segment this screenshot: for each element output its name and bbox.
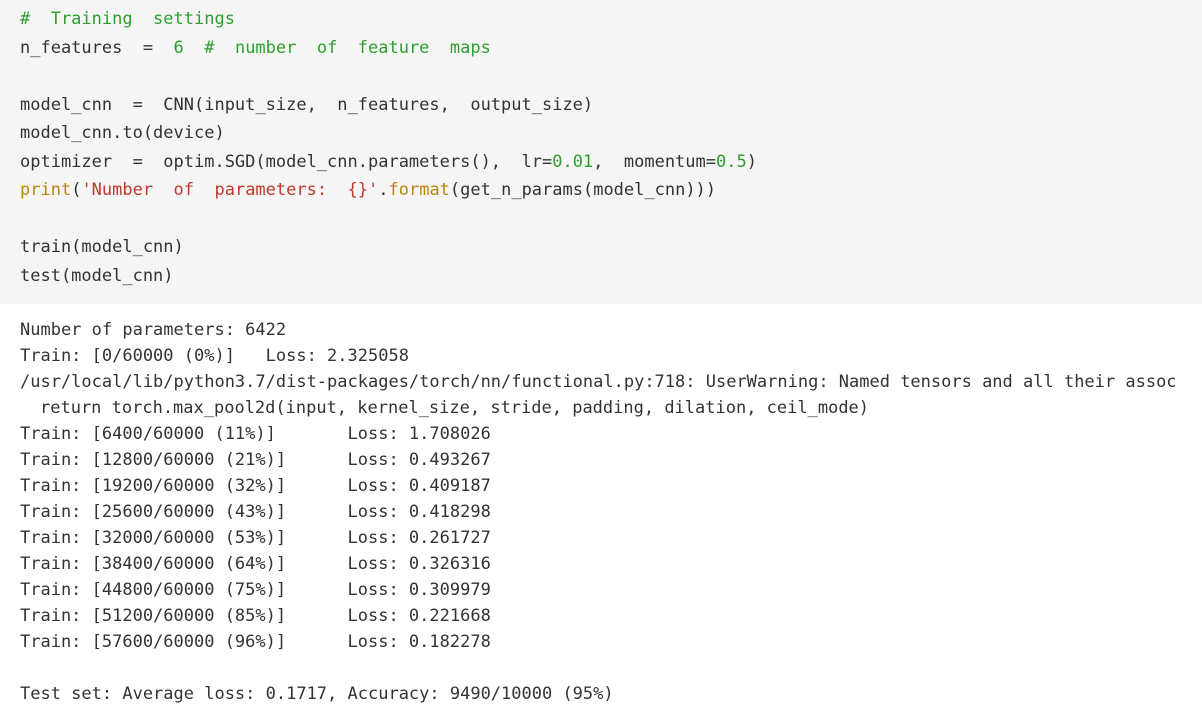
number-token: 0.01 [552, 152, 594, 172]
code-token: (get_n_params(model_cnn))) [449, 180, 717, 200]
output-line: Train: [12800/60000 (21%)] Loss: 0.49326… [20, 450, 491, 470]
output-line: Train: [32000/60000 (53%)] Loss: 0.26172… [20, 528, 491, 548]
output-line: Train: [44800/60000 (75%)] Loss: 0.30997… [20, 580, 491, 600]
code-line-6: optimizer = optim.SGD(model_cnn.paramete… [20, 150, 757, 174]
code-line-1: # Training settings [20, 7, 235, 31]
output-line: Number of parameters: 6422 [20, 320, 287, 340]
output-line: Train: [6400/60000 (11%)] Loss: 1.708026 [20, 424, 491, 444]
code-token: train(model_cnn) [20, 237, 184, 257]
output-line: Train: [57600/60000 (96%)] Loss: 0.18227… [20, 632, 491, 652]
code-line-4: model_cnn = CNN(input_size, n_features, … [20, 93, 593, 117]
code-token: model_cnn.to(device) [20, 123, 225, 143]
code-token: optimizer = optim.SGD(model_cnn.paramete… [20, 152, 553, 172]
output-line: /usr/local/lib/python3.7/dist-packages/t… [20, 372, 1177, 392]
code-cell[interactable]: # Training settings n_features = 6 # num… [0, 0, 1202, 304]
output-line: Train: [25600/60000 (43%)] Loss: 0.41829… [20, 502, 491, 522]
code-line-5: model_cnn.to(device) [20, 121, 225, 145]
output-line: Train: [19200/60000 (32%)] Loss: 0.40918… [20, 476, 491, 496]
code-token: , momentum= [593, 152, 716, 172]
output-line: Train: [38400/60000 (64%)] Loss: 0.32631… [20, 554, 491, 574]
output-line: Train: [51200/60000 (85%)] Loss: 0.22166… [20, 606, 491, 626]
comment-token: # number of feature maps [183, 38, 491, 58]
code-line-7: print('Number of parameters: {}'.format(… [20, 178, 716, 202]
output-line: Test set: Average loss: 0.1717, Accuracy… [20, 684, 614, 704]
number-token: 0.5 [716, 152, 747, 172]
code-line-2: n_features = 6 # number of feature maps [20, 36, 491, 60]
code-token: ) [746, 152, 757, 172]
string-token: 'Number of parameters: {}' [81, 180, 379, 200]
code-token: model_cnn = CNN(input_size, n_features, … [20, 95, 594, 115]
cell-output: Number of parameters: 6422 Train: [0/600… [0, 304, 1202, 711]
code-line-9: train(model_cnn) [20, 235, 184, 259]
code-line-10: test(model_cnn) [20, 264, 174, 288]
code-token: test(model_cnn) [20, 266, 174, 286]
method-token: format [388, 180, 450, 200]
code-token: ( [71, 180, 82, 200]
number-token: 6 [173, 38, 184, 58]
output-line: Train: [0/60000 (0%)] Loss: 2.325058 [20, 346, 409, 366]
code-token: n_features = [20, 38, 174, 58]
code-token: . [378, 180, 389, 200]
builtin-token: print [20, 180, 72, 200]
output-line: return torch.max_pool2d(input, kernel_si… [40, 398, 870, 418]
comment-token: # Training settings [20, 9, 235, 29]
